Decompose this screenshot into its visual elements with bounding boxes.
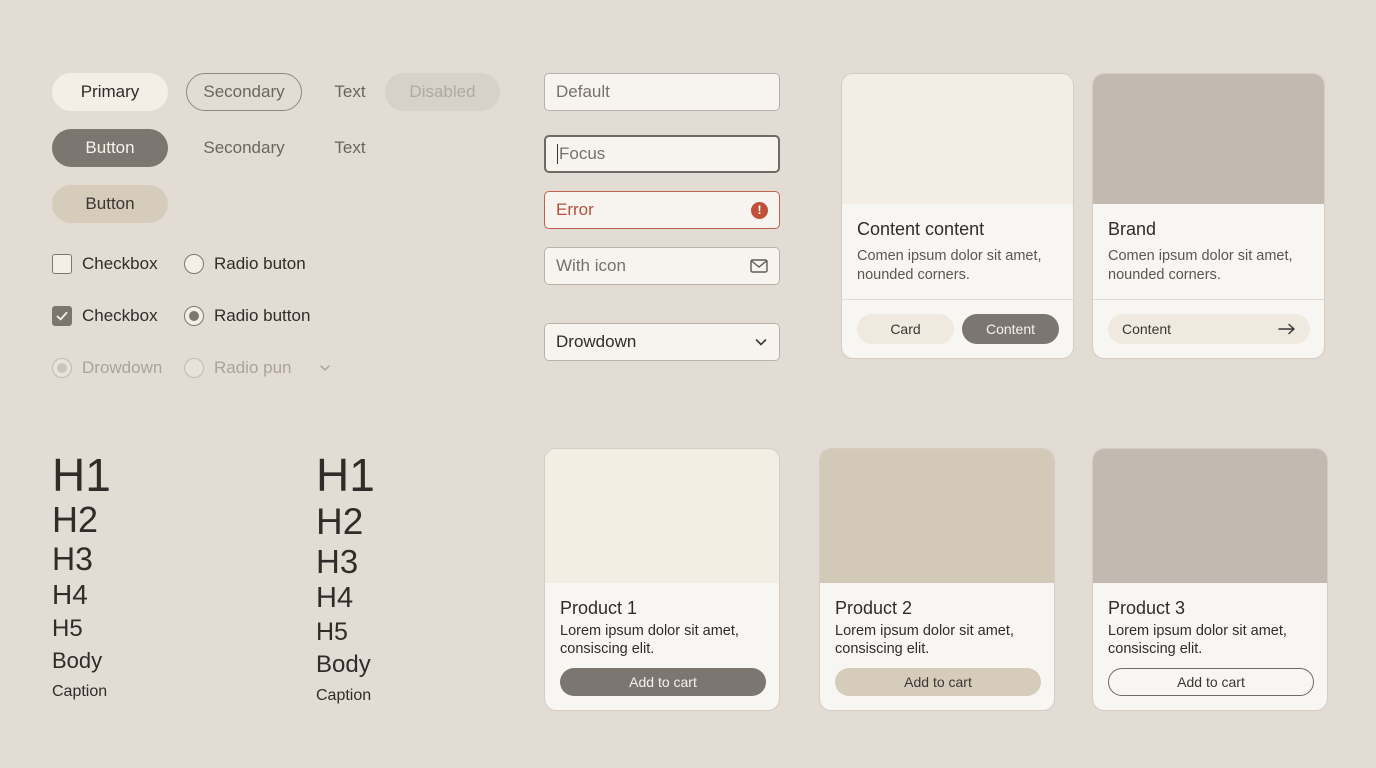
disabled-radio-label: Radio pun [214, 358, 292, 377]
icon-input[interactable]: With icon [544, 247, 780, 285]
primary-button[interactable]: Primary [52, 73, 168, 111]
add-to-cart-button[interactable]: Add to cart [835, 668, 1041, 696]
typography-h3: H3 [52, 541, 93, 577]
card-button[interactable]: Card [857, 314, 954, 344]
focus-input[interactable]: Focus [544, 135, 780, 173]
dropdown-value: Drowdown [556, 332, 637, 351]
error-icon: ! [751, 201, 768, 219]
product-description: Lorem ipsum dolor sit amet, consiscing e… [560, 623, 739, 657]
card-divider [1093, 299, 1324, 300]
product-description: Lorem ipsum dolor sit amet, consiscing e… [1108, 623, 1287, 657]
chevron-down-icon [320, 365, 330, 372]
disabled-button: Disabled [385, 73, 500, 111]
radio-label: Radio buton [214, 254, 306, 273]
disabled-dropdown-radio: Drowdown [52, 358, 162, 378]
text-button-2[interactable]: Text [322, 129, 378, 167]
card-divider [842, 299, 1073, 300]
radio-circle-disabled-2 [184, 358, 204, 378]
product-card: Product 1 Lorem ipsum dolor sit amet, co… [544, 448, 780, 711]
typography-h2-alt: H2 [316, 501, 364, 542]
radio-circle-checked[interactable] [184, 306, 204, 326]
card-description: Comen ipsum dolor sit amet, nounded corn… [1108, 248, 1293, 283]
default-input[interactable]: Default [544, 73, 780, 111]
beige-button[interactable]: Button [52, 185, 168, 223]
chevron-down-icon [755, 339, 767, 346]
product-image [545, 449, 779, 583]
typography-caption-alt: Caption [316, 687, 372, 704]
card-description: Comen ipsum dolor sit amet, nounded corn… [857, 248, 1042, 283]
card-image [1093, 74, 1324, 204]
radio-checked[interactable]: Radio button [184, 306, 310, 326]
disabled-label: Drowdown [82, 358, 163, 377]
product-card: Product 3 Lorem ipsum dolor sit amet, co… [1092, 448, 1328, 711]
product-image [1093, 449, 1327, 583]
radio-circle[interactable] [184, 254, 204, 274]
disabled-radio: Radio pun [184, 358, 292, 378]
typography-caption: Caption [52, 683, 108, 700]
content-link-label: Content [1122, 321, 1172, 337]
error-input[interactable]: Error ! [544, 191, 780, 229]
text-caret [557, 144, 558, 164]
check-icon [56, 311, 68, 321]
content-link-button[interactable]: Content [1108, 314, 1310, 344]
radio-unchecked[interactable]: Radio buton [184, 254, 306, 274]
brand-card: Brand Comen ipsum dolor sit amet, nounde… [1092, 73, 1325, 359]
secondary-outline-button[interactable]: Secondary [186, 73, 302, 111]
radio-label: Radio button [214, 306, 311, 325]
content-card: Content content Comen ipsum dolor sit am… [841, 73, 1074, 359]
add-to-cart-button[interactable]: Add to cart [1108, 668, 1314, 696]
typography-body: Body [52, 648, 103, 673]
product-description: Lorem ipsum dolor sit amet, consiscing e… [835, 623, 1014, 657]
typography-h1: H1 [52, 449, 111, 501]
card-image [842, 74, 1073, 204]
mail-icon [750, 259, 768, 273]
card-title: Content content [857, 219, 985, 239]
checkbox-box[interactable] [52, 254, 72, 274]
checkbox-unchecked[interactable]: Checkbox [52, 254, 158, 274]
typography-h3-alt: H3 [316, 543, 359, 580]
typography-h5-alt: H5 [316, 618, 348, 646]
default-placeholder: Default [556, 82, 610, 101]
checkbox-checked[interactable]: Checkbox [52, 306, 158, 326]
content-button[interactable]: Content [962, 314, 1059, 344]
text-button[interactable]: Text [322, 73, 378, 111]
typography-h5: H5 [52, 615, 83, 642]
error-value: Error [556, 200, 594, 219]
typography-h1-alt: H1 [316, 449, 375, 501]
dark-button[interactable]: Button [52, 129, 168, 167]
checkbox-label: Checkbox [82, 306, 158, 325]
icon-placeholder: With icon [556, 256, 626, 275]
product-image [820, 449, 1054, 583]
typography-h2: H2 [52, 499, 99, 540]
secondary-text-button[interactable]: Secondary [186, 129, 302, 167]
product-title: Product 1 [560, 598, 638, 618]
typography-body-alt: Body [316, 651, 371, 678]
add-to-cart-button[interactable]: Add to cart [560, 668, 766, 696]
typography-h4-alt: H4 [316, 582, 354, 614]
focus-placeholder: Focus [559, 144, 606, 163]
product-title: Product 2 [835, 598, 913, 618]
checkbox-label: Checkbox [82, 254, 158, 273]
dropdown-select[interactable]: Drowdown [544, 323, 780, 361]
radio-circle-disabled [52, 358, 72, 378]
arrow-right-icon [1278, 323, 1295, 335]
card-title: Brand [1108, 219, 1157, 239]
product-card: Product 2 Lorem ipsum dolor sit amet, co… [819, 448, 1055, 711]
typography-h4: H4 [52, 579, 88, 610]
checkbox-box-checked[interactable] [52, 306, 72, 326]
product-title: Product 3 [1108, 598, 1186, 618]
